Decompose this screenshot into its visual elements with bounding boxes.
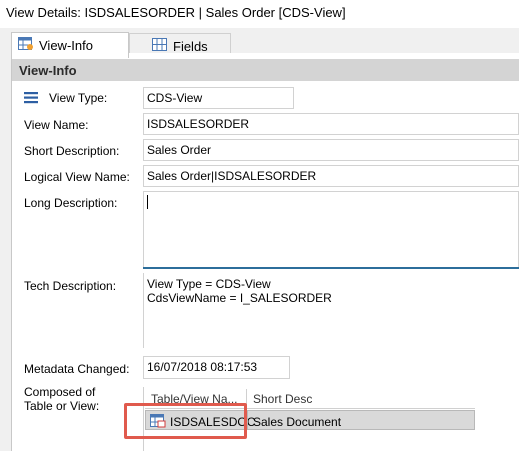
short-description-label: Short Description: [24, 144, 120, 158]
logical-view-name-label: Logical View Name: [24, 170, 130, 184]
section-header: View-Info [12, 59, 519, 81]
long-description-textarea[interactable] [143, 191, 519, 268]
composed-of-label-line-2: Table or View: [24, 399, 100, 413]
tech-description-line-1: View Type = CDS-View [147, 277, 271, 291]
view-name-label: View Name: [24, 118, 89, 132]
focus-underline [143, 267, 519, 269]
view-type-field[interactable]: CDS-View [143, 87, 294, 109]
tab-fields-label: Fields [173, 38, 208, 54]
logical-view-name-field[interactable]: Sales Order|ISDSALESORDER [143, 165, 519, 187]
tech-description-line-2: CdsViewName = I_SALESORDER [147, 291, 332, 305]
list-lines-icon [24, 91, 39, 107]
text-cursor [147, 195, 148, 209]
fields-grid-icon [152, 37, 168, 55]
highlight-box [124, 403, 247, 439]
grid-column-short-desc[interactable]: Short Desc [247, 389, 475, 409]
metadata-changed-label: Metadata Changed: [24, 362, 130, 376]
table-info-icon [18, 37, 34, 54]
view-type-label: View Type: [49, 91, 108, 105]
short-description-field[interactable]: Sales Order [143, 139, 519, 161]
grid-cell-divider [247, 410, 248, 430]
row-short-desc: Sales Document [253, 415, 342, 429]
tech-description-box[interactable]: View Type = CDS-View CdsViewName = I_SAL… [143, 273, 519, 348]
tab-view-info-label: View-Info [39, 38, 93, 53]
long-description-label: Long Description: [24, 196, 118, 210]
tech-description-label: Tech Description: [24, 279, 117, 293]
tab-view-info[interactable]: View-Info [11, 32, 129, 58]
view-name-field[interactable]: ISDSALESORDER [143, 113, 519, 135]
window-title: View Details: ISDSALESORDER | Sales Orde… [0, 0, 519, 28]
composed-of-label-line-1: Composed of [24, 385, 96, 399]
metadata-changed-field[interactable]: 16/07/2018 08:17:53 [143, 356, 290, 379]
